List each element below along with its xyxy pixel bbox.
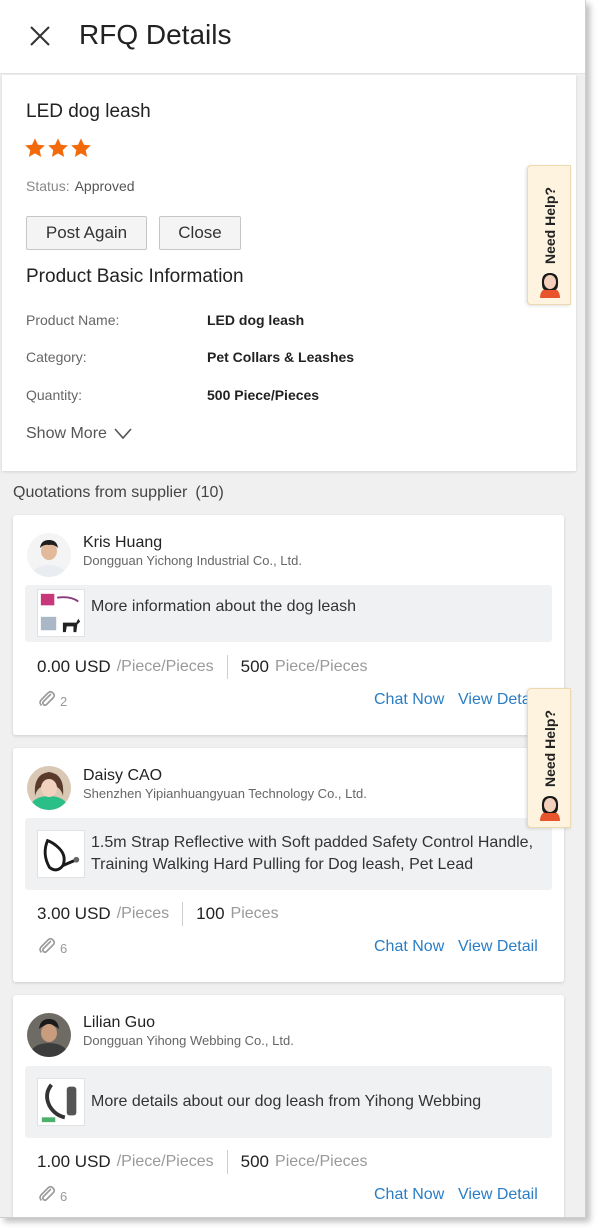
quote-quantity: 100 [196, 904, 225, 923]
quotation-message[interactable]: More information about the dog leash [25, 585, 552, 642]
price-row: 3.00 USD /Pieces 100 Pieces [37, 902, 279, 926]
rfq-summary-card: LED dog leash Status: Approved Post Again… [2, 75, 576, 471]
quotation-message-text: 1.5m Strap Reflective with Soft padded S… [91, 834, 534, 873]
chat-now-link[interactable]: Chat Now [374, 691, 444, 709]
paperclip-icon [39, 937, 56, 954]
status-line: Status: Approved [26, 178, 135, 194]
header: RFQ Details [0, 0, 585, 74]
star-icon [25, 138, 45, 157]
status-value: Approved [74, 178, 135, 194]
close-rfq-button[interactable]: Close [159, 216, 241, 250]
quote-price: 3.00 USD [37, 904, 111, 923]
supplier-company: Shenzhen Yipianhuangyuan Technology Co.,… [83, 786, 367, 801]
paperclip-icon [39, 690, 56, 707]
paperclip-icon [39, 1185, 56, 1202]
info-label-category: Category: [26, 349, 87, 365]
supplier-name: Lilian Guo [83, 1014, 156, 1031]
info-value-category: Pet Collars & Leashes [207, 349, 355, 365]
attachments[interactable]: 6 [37, 936, 67, 956]
show-more-toggle[interactable]: Show More [26, 425, 133, 443]
attachments[interactable]: 2 [37, 689, 67, 709]
quote-price-unit: /Piece/Pieces [116, 1153, 214, 1170]
info-value-quantity: 500 Piece/Pieces [207, 387, 320, 403]
view-detail-link[interactable]: View Detail [458, 938, 538, 956]
quotation-message-text: More details about our dog leash from Yi… [91, 1093, 482, 1110]
chevron-down-icon [114, 428, 132, 440]
supplier-company: Dongguan Yichong Industrial Co., Ltd. [83, 553, 302, 568]
quotations-count: (10) [195, 484, 224, 501]
post-again-button[interactable]: Post Again [26, 216, 147, 250]
close-icon[interactable] [26, 22, 54, 50]
need-help-tab[interactable]: Need Help? [527, 688, 571, 828]
need-help-label: Need Help? [542, 709, 558, 787]
divider [182, 902, 184, 926]
avatar [27, 1013, 71, 1057]
quote-quantity: 500 [240, 1152, 270, 1171]
support-agent-icon [540, 273, 560, 298]
quote-price-unit: /Pieces [116, 905, 170, 922]
product-title: LED dog leash [26, 101, 151, 122]
quotation-message-text: More information about the dog leash [91, 598, 357, 615]
quotation-card: Daisy CAO Shenzhen Yipianhuangyuan Techn… [13, 748, 564, 982]
rfq-details-panel: RFQ Details LED dog leash Status: Approve… [0, 0, 586, 1218]
product-thumbnail [37, 1078, 85, 1126]
price-row: 0.00 USD /Piece/Pieces 500 Piece/Pieces [37, 655, 368, 679]
supplier-company: Dongguan Yihong Webbing Co., Ltd. [83, 1033, 294, 1048]
product-thumbnail [37, 830, 85, 878]
supplier-name: Daisy CAO [83, 767, 163, 784]
status-label: Status: [26, 178, 70, 194]
product-thumbnail [37, 589, 85, 637]
quote-price: 0.00 USD [37, 657, 111, 676]
attachment-count: 6 [60, 1189, 68, 1204]
quote-quantity-unit: Piece/Pieces [275, 1153, 368, 1170]
star-icon [48, 138, 68, 157]
view-detail-link[interactable]: View Detail [458, 691, 538, 709]
info-label-product-name: Product Name: [26, 312, 120, 328]
view-detail-link[interactable]: View Detail [458, 1186, 538, 1204]
support-agent-icon [540, 796, 560, 821]
chat-now-link[interactable]: Chat Now [374, 938, 444, 956]
quotation-message[interactable]: More details about our dog leash from Yi… [25, 1066, 552, 1138]
chat-now-link[interactable]: Chat Now [374, 1186, 444, 1204]
quote-quantity-unit: Pieces [230, 905, 279, 922]
need-help-tab[interactable]: Need Help? [527, 165, 571, 305]
divider [226, 655, 228, 679]
rating-stars [24, 137, 92, 159]
show-more-label: Show More [26, 425, 107, 442]
section-title-basic-info: Product Basic Information [26, 266, 244, 287]
price-row: 1.00 USD /Piece/Pieces 500 Piece/Pieces [37, 1150, 368, 1174]
quotation-card: Lilian Guo Dongguan Yihong Webbing Co., … [13, 995, 564, 1217]
info-label-quantity: Quantity: [26, 387, 83, 403]
avatar [27, 766, 71, 810]
info-value-product-name: LED dog leash [207, 312, 305, 328]
avatar [27, 533, 71, 577]
star-icon [71, 138, 91, 157]
quote-price: 1.00 USD [37, 1152, 111, 1171]
need-help-label: Need Help? [542, 186, 558, 264]
quotation-message[interactable]: 1.5m Strap Reflective with Soft padded S… [25, 818, 552, 890]
quote-price-unit: /Piece/Pieces [116, 658, 214, 675]
attachment-count: 6 [60, 941, 68, 956]
quote-quantity: 500 [240, 657, 270, 676]
quotations-heading-label: Quotations from supplier [13, 484, 188, 501]
attachment-count: 2 [60, 694, 68, 709]
quotation-card: Kris Huang Dongguan Yichong Industrial C… [13, 515, 564, 735]
divider [226, 1150, 228, 1174]
quotations-heading: Quotations from supplier (10) [13, 484, 224, 502]
supplier-name: Kris Huang [83, 534, 163, 551]
page-title: RFQ Details [79, 19, 232, 50]
attachments[interactable]: 6 [37, 1184, 67, 1204]
quote-quantity-unit: Piece/Pieces [275, 658, 368, 675]
